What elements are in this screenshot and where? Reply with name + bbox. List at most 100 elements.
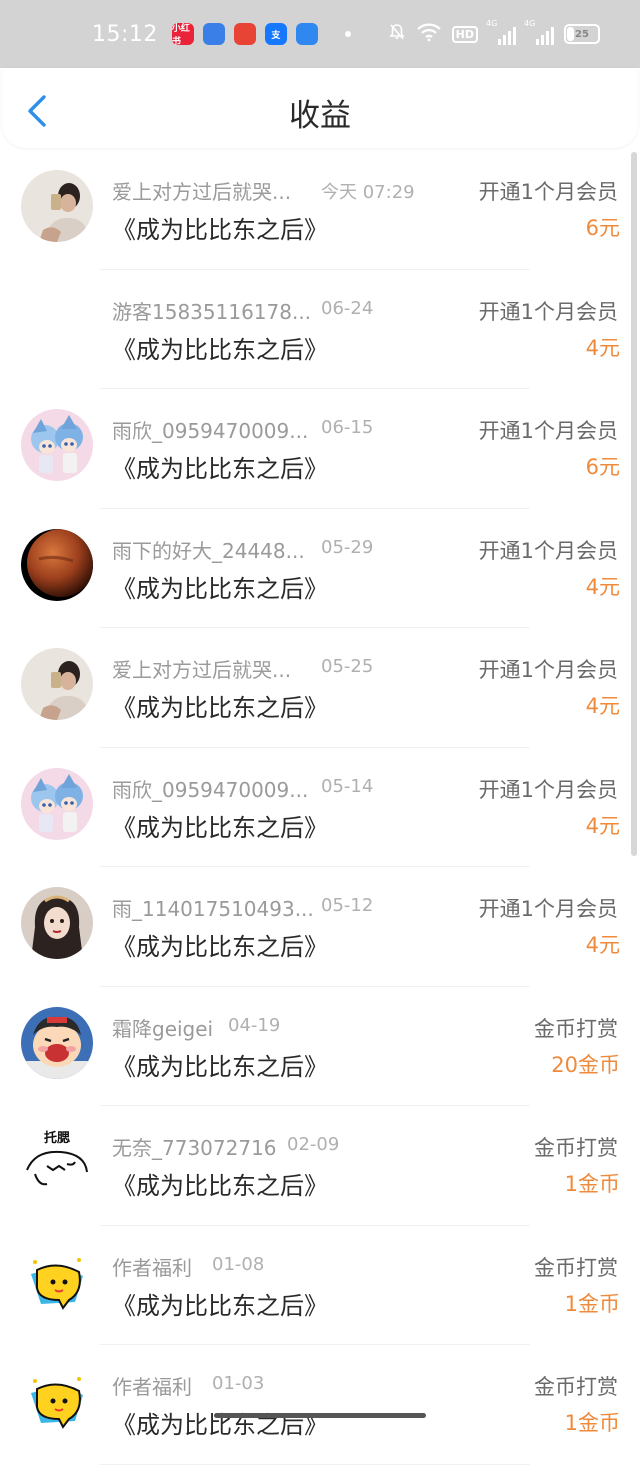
transaction-type: 开通1个月会员 bbox=[478, 419, 618, 443]
transaction-date: 05-25 bbox=[321, 656, 374, 677]
battery-icon: 25 bbox=[564, 24, 600, 44]
transaction-date: 06-15 bbox=[321, 417, 374, 438]
transaction-date: 05-14 bbox=[321, 775, 374, 797]
book-title: 《成为比比东之后》 bbox=[112, 1052, 328, 1081]
book-title: 《成为比比东之后》 bbox=[112, 813, 328, 842]
transaction-type: 开通1个月会员 bbox=[478, 658, 618, 682]
transaction-type: 金币打赏 bbox=[534, 1255, 618, 1280]
user-avatar[interactable] bbox=[21, 887, 93, 959]
transaction-type: 开通1个月会员 bbox=[478, 777, 618, 802]
alipay-app-icon: 支 bbox=[264, 23, 287, 45]
book-title: 《成为比比东之后》 bbox=[112, 455, 328, 483]
earnings-row[interactable]: 雨欣_0959470009... 05-14 《成为比比东之后》 开通1个月会员 4元 bbox=[0, 748, 640, 867]
transaction-type: 开通1个月会员 bbox=[478, 897, 618, 921]
user-name: 作者福利 bbox=[112, 1375, 192, 1399]
transaction-date: 04-19 bbox=[228, 1014, 281, 1036]
status-time: 15:12 bbox=[92, 21, 158, 47]
transaction-type: 金币打赏 bbox=[534, 1136, 618, 1160]
earnings-row[interactable]: 霜降geigei 04-19 《成为比比东之后》 金币打赏 20金币 bbox=[0, 987, 640, 1106]
earning-amount: 4元 bbox=[585, 694, 620, 718]
earning-amount: 4元 bbox=[585, 335, 620, 360]
messages-app-icon bbox=[202, 23, 225, 45]
user-avatar[interactable] bbox=[21, 528, 93, 601]
transaction-type: 金币打赏 bbox=[534, 1375, 618, 1399]
user-name: 雨_114017510493... bbox=[112, 897, 314, 921]
book-title: 《成为比比东之后》 bbox=[112, 1411, 328, 1439]
earnings-row[interactable]: 托腮 无奈_773072716 02-09 《成为比比东之后》 金币打赏 1金币 bbox=[0, 1106, 640, 1226]
home-indicator[interactable] bbox=[214, 1413, 426, 1418]
user-avatar[interactable] bbox=[21, 409, 93, 481]
user-avatar[interactable]: 托腮 bbox=[21, 1126, 93, 1198]
book-title: 《成为比比东之后》 bbox=[112, 216, 328, 244]
xiaohongshu-app-icon: 小红书 bbox=[171, 23, 194, 47]
transaction-date: 05-29 bbox=[321, 536, 374, 558]
earning-amount: 20金币 bbox=[551, 1052, 620, 1077]
transaction-date: 今天 07:29 bbox=[321, 182, 415, 203]
user-avatar[interactable] bbox=[21, 1006, 93, 1079]
earning-amount: 6元 bbox=[585, 216, 620, 240]
earnings-row[interactable]: 雨_114017510493... 05-12 《成为比比东之后》 开通1个月会员 4元 bbox=[0, 867, 640, 987]
earnings-row[interactable]: 作者福利 01-08 《成为比比东之后》 金币打赏 1金币 bbox=[0, 1226, 640, 1345]
earning-amount: 1金币 bbox=[564, 1172, 620, 1196]
earnings-row[interactable]: 游客15835116178... 06-24 《成为比比东之后》 开通1个月会员 4元 bbox=[0, 270, 640, 389]
earnings-row[interactable]: 爱上对方过后就哭... 05-25 《成为比比东之后》 开通1个月会员 4元 bbox=[0, 628, 640, 748]
page-title: 收益 bbox=[289, 98, 351, 134]
earning-amount: 1金币 bbox=[564, 1411, 620, 1435]
user-avatar[interactable] bbox=[21, 170, 93, 242]
user-name: 游客15835116178... bbox=[112, 299, 312, 324]
transaction-type: 开通1个月会员 bbox=[478, 538, 618, 563]
book-title: 《成为比比东之后》 bbox=[112, 694, 328, 722]
browser-app-icon bbox=[295, 23, 318, 45]
transaction-date: 06-24 bbox=[321, 297, 374, 319]
battery-level: 25 bbox=[575, 28, 589, 40]
wifi-icon bbox=[416, 22, 442, 46]
earnings-row[interactable]: 作者福利 01-03 《成为比比东之后》 金币打赏 1金币 bbox=[0, 1345, 640, 1465]
user-name: 无奈_773072716 bbox=[112, 1136, 277, 1160]
transaction-date: 01-08 bbox=[212, 1253, 265, 1275]
earnings-row[interactable]: 爱上对方过后就哭... 今天 07:29 《成为比比东之后》 开通1个月会员 6元 bbox=[0, 150, 640, 270]
earning-amount: 6元 bbox=[585, 455, 620, 479]
transaction-type: 开通1个月会员 bbox=[478, 299, 618, 324]
video-app-icon bbox=[233, 23, 256, 45]
sketch-caption: 托腮 bbox=[44, 1130, 70, 1146]
row-divider bbox=[100, 1463, 530, 1465]
user-name: 雨欣_0959470009... bbox=[112, 419, 309, 443]
earning-amount: 1金币 bbox=[564, 1291, 620, 1316]
book-title: 《成为比比东之后》 bbox=[112, 335, 328, 364]
scrollbar[interactable] bbox=[631, 152, 637, 856]
user-avatar[interactable] bbox=[21, 1245, 93, 1318]
more-notifications-dot bbox=[344, 31, 351, 37]
notification-app-icons: 小红书 支 bbox=[171, 23, 327, 47]
signal-strength-icon: 4G bbox=[486, 19, 516, 45]
user-avatar[interactable] bbox=[21, 648, 93, 720]
transaction-date: 01-03 bbox=[212, 1373, 265, 1394]
book-title: 《成为比比东之后》 bbox=[112, 1291, 328, 1320]
user-name: 作者福利 bbox=[112, 1255, 192, 1280]
book-title: 《成为比比东之后》 bbox=[112, 574, 328, 603]
user-name: 雨欣_0959470009... bbox=[112, 777, 309, 802]
transaction-type: 金币打赏 bbox=[534, 1016, 618, 1041]
transaction-date: 02-09 bbox=[287, 1134, 340, 1155]
network-type-label-2: 4G bbox=[524, 19, 536, 28]
user-avatar[interactable] bbox=[21, 1365, 93, 1437]
earning-amount: 4元 bbox=[585, 933, 620, 957]
earnings-list: 爱上对方过后就哭... 今天 07:29 《成为比比东之后》 开通1个月会员 6元 游客1… bbox=[0, 150, 640, 1465]
mute-bell-icon bbox=[388, 23, 406, 45]
user-avatar[interactable] bbox=[21, 767, 93, 840]
earning-amount: 4元 bbox=[585, 574, 620, 599]
transaction-type: 开通1个月会员 bbox=[478, 180, 618, 204]
book-title: 《成为比比东之后》 bbox=[112, 1172, 328, 1200]
user-name: 爱上对方过后就哭... bbox=[112, 658, 292, 682]
earnings-row[interactable]: 雨欣_0959470009... 06-15 《成为比比东之后》 开通1个月会员 6元 bbox=[0, 389, 640, 509]
status-bar: 15:12 小红书 支 HD 4G 4G 25 bbox=[0, 0, 640, 68]
hd-badge: HD bbox=[451, 25, 478, 43]
network-type-label: 4G bbox=[486, 19, 498, 28]
user-name: 爱上对方过后就哭... bbox=[112, 180, 292, 204]
transaction-date: 05-12 bbox=[321, 895, 374, 916]
earnings-row[interactable]: 雨下的好大_24448... 05-29 《成为比比东之后》 开通1个月会员 4元 bbox=[0, 509, 640, 628]
page-header: 收益 bbox=[2, 68, 638, 148]
earning-amount: 4元 bbox=[585, 813, 620, 838]
user-name: 雨下的好大_24448... bbox=[112, 538, 305, 563]
book-title: 《成为比比东之后》 bbox=[112, 933, 328, 961]
user-name: 霜降geigei bbox=[112, 1016, 214, 1041]
